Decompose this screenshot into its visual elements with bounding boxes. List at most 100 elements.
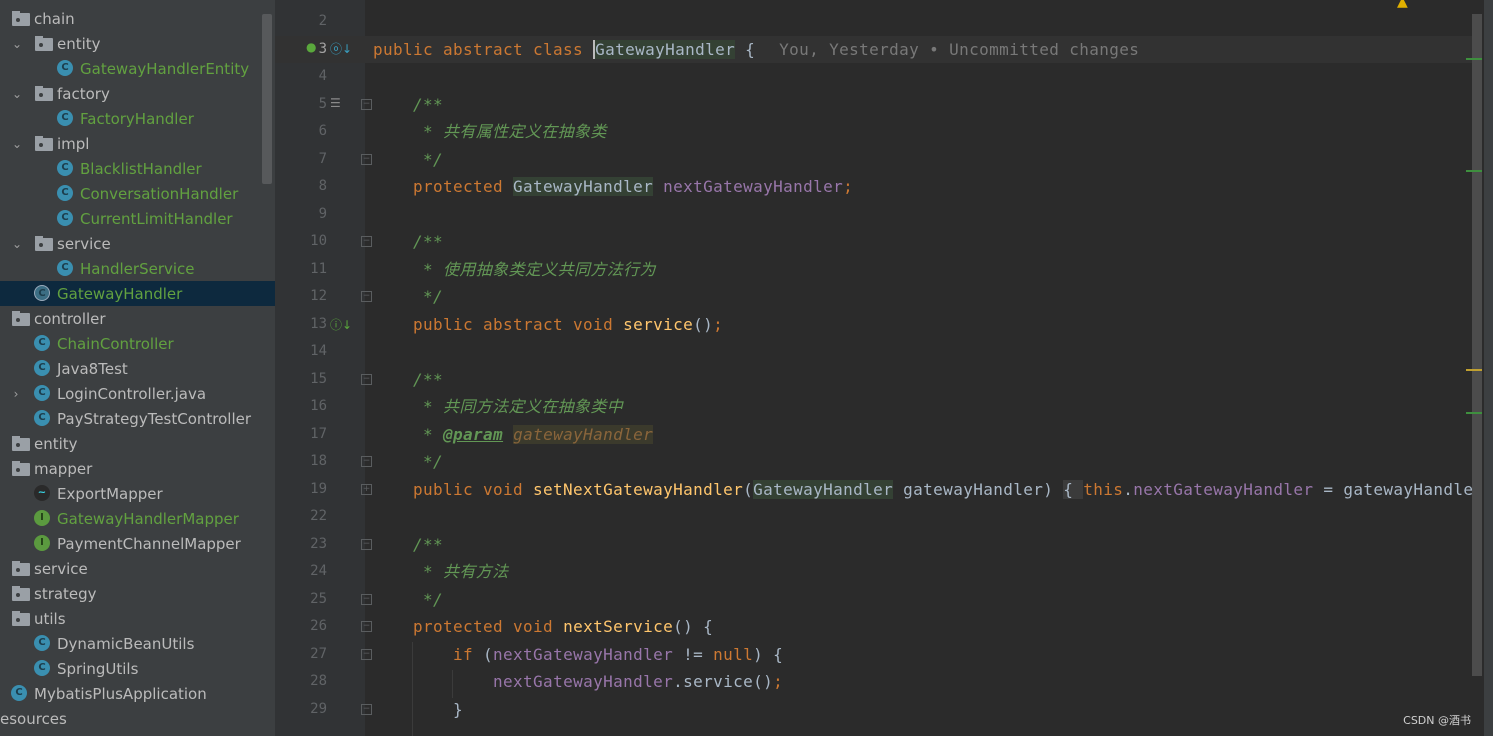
tree-item[interactable]: › C LoginController.java	[0, 381, 275, 406]
line-number[interactable]: 15	[275, 366, 327, 394]
fold-marker-icon[interactable]: −	[361, 153, 372, 165]
tree-item[interactable]: strategy	[0, 581, 275, 606]
code-line[interactable]: */	[373, 283, 443, 311]
tree-item[interactable]: C GatewayHandlerEntity	[0, 56, 275, 81]
fold-marker-icon[interactable]: −	[361, 593, 372, 605]
line-number[interactable]: 5	[275, 91, 327, 119]
line-number[interactable]: 27	[275, 641, 327, 669]
warning-marker[interactable]	[1466, 369, 1482, 371]
line-number[interactable]: 25	[275, 586, 327, 614]
line-number[interactable]: 2	[275, 8, 327, 36]
tree-item[interactable]: ⌄ service	[0, 231, 275, 256]
tree-item[interactable]: service	[0, 556, 275, 581]
fold-marker-icon[interactable]: −	[361, 291, 372, 303]
tree-item[interactable]: C CurrentLimitHandler	[0, 206, 275, 231]
tree-item[interactable]: C HandlerService	[0, 256, 275, 281]
change-marker[interactable]	[1466, 58, 1482, 60]
code-line[interactable]: * 共有方法	[373, 558, 509, 586]
doc-render-icon[interactable]: ☰	[330, 96, 341, 110]
tree-scrollbar[interactable]	[262, 14, 272, 184]
line-number[interactable]: 10	[275, 228, 327, 256]
line-number[interactable]: 11	[275, 256, 327, 284]
line-number[interactable]: 24	[275, 558, 327, 586]
line-number[interactable]: 14	[275, 338, 327, 366]
line-number[interactable]: 4	[275, 63, 327, 91]
line-number[interactable]: 28	[275, 668, 327, 696]
implemented-icon[interactable]: ⓘ↓	[330, 316, 352, 333]
tree-item[interactable]: utils	[0, 606, 275, 631]
project-tree[interactable]: chain ⌄ entity C GatewayHandlerEntity ⌄ factor…	[0, 0, 275, 736]
tree-item[interactable]: I GatewayHandlerMapper	[0, 506, 275, 531]
fold-marker-icon[interactable]: −	[361, 456, 372, 468]
tree-item[interactable]: chain	[0, 6, 275, 31]
change-marker[interactable]	[1466, 412, 1482, 414]
tree-item[interactable]: C MybatisPlusApplication	[0, 681, 275, 706]
tree-item[interactable]: ~ ExportMapper	[0, 481, 275, 506]
line-number[interactable]: 12	[275, 283, 327, 311]
tree-item[interactable]: C PayStrategyTestController	[0, 406, 275, 431]
code-editor[interactable]: public abstract class GatewayHandler {Yo…	[365, 0, 1473, 736]
line-number[interactable]: 26	[275, 613, 327, 641]
code-line[interactable]: nextGatewayHandler.service();	[373, 668, 783, 696]
tree-item[interactable]: esources	[0, 706, 275, 731]
line-number[interactable]: 13	[275, 311, 327, 339]
tree-item[interactable]: entity	[0, 431, 275, 456]
code-line[interactable]: * 共同方法定义在抽象类中	[373, 393, 623, 421]
fold-marker-icon[interactable]: −	[361, 621, 372, 633]
warning-icon[interactable]: ▲	[1397, 0, 1408, 10]
fold-marker-icon[interactable]: −	[361, 98, 372, 110]
tree-item[interactable]: C BlacklistHandler	[0, 156, 275, 181]
fold-marker-icon[interactable]: −	[361, 538, 372, 550]
tree-item[interactable]: mapper	[0, 456, 275, 481]
tree-item[interactable]: C FactoryHandler	[0, 106, 275, 131]
line-number[interactable]: 22	[275, 503, 327, 531]
code-line[interactable]: * @param gatewayHandler	[373, 421, 654, 449]
code-line[interactable]: /**	[373, 531, 443, 559]
code-line[interactable]: if (nextGatewayHandler != null) {	[373, 641, 783, 669]
chevron-right-icon[interactable]: ›	[10, 388, 22, 400]
tree-item[interactable]: C ChainController	[0, 331, 275, 356]
code-line[interactable]: protected void nextService() {	[373, 613, 713, 641]
tree-item[interactable]: ⌄ impl	[0, 131, 275, 156]
line-number[interactable]: 23	[275, 531, 327, 559]
code-line[interactable]: public abstract void service();	[373, 311, 723, 339]
code-line[interactable]: /**	[373, 91, 443, 119]
change-marker[interactable]	[1466, 170, 1482, 172]
code-line[interactable]: public void setNextGatewayHandler(Gatewa…	[373, 476, 1473, 504]
chevron-down-icon[interactable]: ⌄	[11, 38, 23, 50]
line-number[interactable]: 18	[275, 448, 327, 476]
line-number[interactable]: 16	[275, 393, 327, 421]
chevron-down-icon[interactable]: ⌄	[11, 138, 23, 150]
fold-marker-icon[interactable]: +	[361, 483, 372, 495]
code-line[interactable]: * 共有属性定义在抽象类	[373, 118, 607, 146]
tree-item[interactable]: C SpringUtils	[0, 656, 275, 681]
fold-marker-icon[interactable]: −	[361, 703, 372, 715]
tree-item[interactable]: C Java8Test	[0, 356, 275, 381]
line-number[interactable]: 8	[275, 173, 327, 201]
code-line[interactable]: /**	[373, 228, 443, 256]
tree-item[interactable]: ⌄ entity	[0, 31, 275, 56]
chevron-down-icon[interactable]: ⌄	[11, 88, 23, 100]
tree-item[interactable]: ⌄ factory	[0, 81, 275, 106]
code-line[interactable]: }	[373, 696, 463, 724]
line-number[interactable]: 29	[275, 696, 327, 724]
code-line[interactable]: protected GatewayHandler nextGatewayHand…	[373, 173, 853, 201]
code-line[interactable]: public abstract class GatewayHandler {Yo…	[373, 36, 1139, 64]
overridden-icon[interactable]: ⓞ↓	[330, 40, 352, 57]
line-number[interactable]: 17	[275, 421, 327, 449]
chevron-down-icon[interactable]: ⌄	[11, 238, 23, 250]
code-line[interactable]: * 使用抽象类定义共同方法行为	[373, 256, 656, 284]
code-line[interactable]: /**	[373, 366, 443, 394]
fold-marker-icon[interactable]: −	[361, 236, 372, 248]
line-number[interactable]: 6	[275, 118, 327, 146]
fold-marker-icon[interactable]: −	[361, 373, 372, 385]
code-line[interactable]: */	[373, 146, 443, 174]
fold-marker-icon[interactable]: −	[361, 648, 372, 660]
tree-item[interactable]: C DynamicBeanUtils	[0, 631, 275, 656]
implemented-by-icon[interactable]: ●	[306, 40, 316, 54]
line-number[interactable]: 7	[275, 146, 327, 174]
tree-item[interactable]: controller	[0, 306, 275, 331]
line-number[interactable]: 19	[275, 476, 327, 504]
line-number[interactable]: 3	[275, 36, 327, 64]
tree-item[interactable]: I PaymentChannelMapper	[0, 531, 275, 556]
